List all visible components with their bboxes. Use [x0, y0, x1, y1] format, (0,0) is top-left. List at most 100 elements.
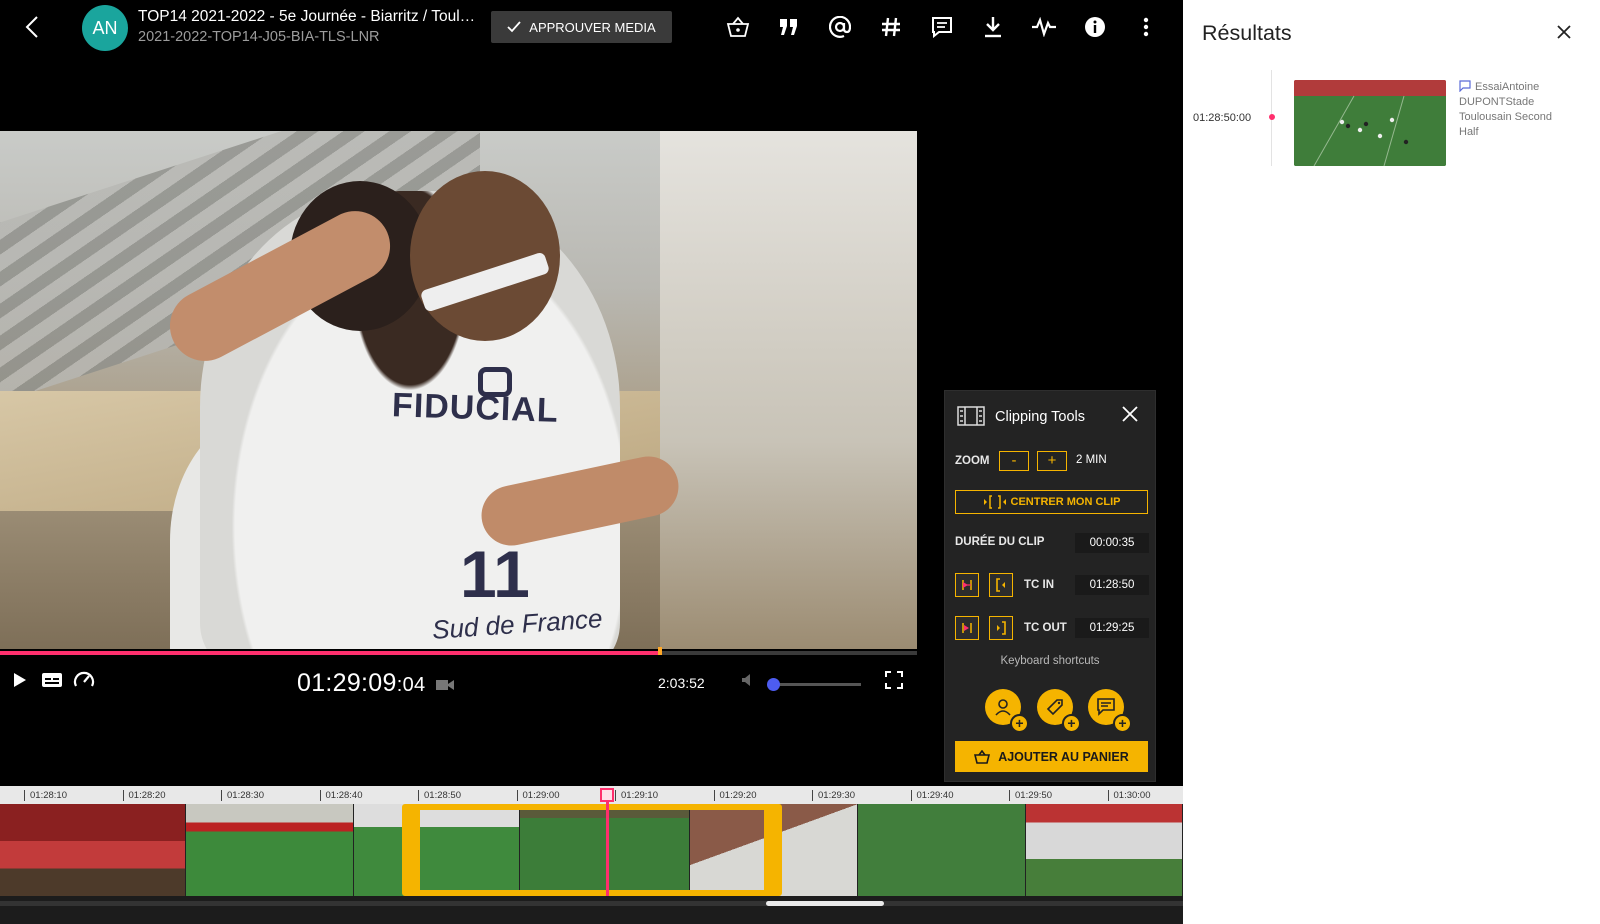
- timeline-tick-label: 01:29:50: [1015, 790, 1052, 801]
- mention-icon: [828, 16, 851, 38]
- media-code: 2021-2022-TOP14-J05-BIA-TLS-LNR: [138, 29, 380, 45]
- result-thumbnail[interactable]: [1294, 80, 1446, 166]
- timeline-tick: [910, 790, 912, 801]
- speedometer-icon: [73, 671, 95, 687]
- clip-duration-label: DURÉE DU CLIP: [955, 536, 1045, 548]
- timeline-tick: [713, 790, 715, 801]
- timecode-main: 01:29:09: [297, 669, 397, 697]
- timeline-thumbnail: [0, 804, 186, 896]
- timeline-tick-label: 01:28:50: [424, 790, 461, 801]
- go-to-tc-out-button[interactable]: [989, 616, 1013, 640]
- jersey-number: 11: [460, 537, 530, 611]
- basket-button[interactable]: [712, 12, 763, 42]
- download-button[interactable]: [967, 12, 1018, 42]
- quote-icon: [779, 19, 797, 35]
- timeline-thumbnail: [186, 804, 354, 896]
- avatar[interactable]: AN: [82, 5, 128, 51]
- timeline-tick-label: 01:28:30: [227, 790, 264, 801]
- keyboard-shortcuts-link[interactable]: Keyboard shortcuts: [945, 655, 1155, 667]
- result-description: EssaiAntoine DUPONTStade Toulousain Seco…: [1459, 80, 1569, 140]
- close-icon: [1557, 25, 1571, 39]
- clip-selection[interactable]: [402, 804, 782, 896]
- set-tc-out-button[interactable]: [955, 616, 979, 640]
- result-time: 01:28:50:00: [1193, 112, 1252, 124]
- download-icon: [984, 17, 1001, 38]
- film-icon: [957, 406, 985, 426]
- comment-icon: [931, 17, 952, 38]
- timeline-tick-label: 01:29:20: [719, 790, 757, 801]
- add-player-button[interactable]: +: [985, 689, 1029, 733]
- go-to-tc-in-button[interactable]: [989, 573, 1013, 597]
- person-icon: [995, 699, 1011, 716]
- add-tag-button[interactable]: +: [1037, 689, 1081, 733]
- total-duration: 2:03:52: [658, 675, 705, 691]
- back-button[interactable]: [20, 12, 44, 42]
- result-marker-dot: [1269, 114, 1275, 120]
- add-to-cart-button[interactable]: AJOUTER AU PANIER: [955, 741, 1148, 772]
- player-controls: 01:29:09:04 2:03:52: [0, 655, 917, 705]
- timeline-tick-label: 01:29:00: [522, 790, 560, 801]
- current-timecode: 01:29:09:04: [297, 669, 454, 698]
- waveform-icon: [1031, 17, 1056, 37]
- comment-button[interactable]: [916, 12, 967, 42]
- play-button[interactable]: [8, 669, 32, 691]
- basket-icon: [974, 749, 991, 764]
- info-button[interactable]: [1069, 12, 1120, 42]
- result-thumbnail-image: [1294, 80, 1446, 166]
- timeline-tick: [418, 790, 419, 801]
- results-close-button[interactable]: [1556, 24, 1576, 44]
- clipping-tools-panel: Clipping Tools ZOOM - + 2 MIN CENTRER MO…: [944, 390, 1156, 782]
- timeline-tick-label: 01:29:10: [621, 790, 658, 801]
- zoom-in-button[interactable]: +: [1037, 451, 1067, 471]
- clipping-tools-close-button[interactable]: [1121, 405, 1141, 425]
- play-icon: [14, 673, 26, 687]
- comment-icon: [1097, 698, 1115, 716]
- jersey-sponsor: FIDUCIAL: [391, 386, 560, 430]
- subtitles-icon: [42, 673, 62, 687]
- timeline-thumbnail: [1026, 804, 1183, 896]
- timeline-tick: [319, 790, 321, 801]
- center-clip-button[interactable]: CENTRER MON CLIP: [955, 490, 1148, 514]
- results-title: Résultats: [1202, 21, 1292, 45]
- add-to-cart-label: AJOUTER AU PANIER: [998, 749, 1129, 764]
- quote-button[interactable]: [763, 12, 814, 42]
- timeline[interactable]: 01:28:10 01:28:20 01:28:30 01:28:40 01:28:50…: [0, 786, 1183, 924]
- subtitles-button[interactable]: [40, 669, 64, 691]
- result-description-text: EssaiAntoine DUPONTStade Toulousain Seco…: [1459, 81, 1552, 138]
- timeline-tick: [122, 790, 124, 801]
- more-vert-icon: [1143, 17, 1148, 37]
- zoom-out-button[interactable]: -: [999, 451, 1029, 471]
- approve-media-button[interactable]: APPROUVER MEDIA: [491, 11, 672, 43]
- info-icon: [1084, 17, 1105, 37]
- video-frame[interactable]: FIDUCIAL 11 Sud de France: [0, 131, 917, 649]
- waveform-button[interactable]: [1018, 12, 1069, 42]
- add-comment-button[interactable]: +: [1088, 689, 1132, 733]
- check-icon: [507, 21, 521, 33]
- timeline-tick: [1009, 790, 1010, 801]
- mute-button[interactable]: [736, 669, 760, 691]
- set-tc-in-button[interactable]: [955, 573, 979, 597]
- fullscreen-button[interactable]: [882, 669, 906, 691]
- timeline-playhead[interactable]: [606, 790, 609, 896]
- timeline-scrollbar[interactable]: [0, 901, 1183, 906]
- timeline-thumbnail: [858, 804, 1026, 896]
- more-button[interactable]: [1120, 12, 1171, 42]
- hashtag-button[interactable]: [865, 12, 916, 42]
- volume-icon: [742, 674, 750, 686]
- volume-slider[interactable]: [767, 678, 861, 691]
- bracket-out-icon: [997, 621, 1006, 635]
- volume-knob[interactable]: [767, 678, 780, 691]
- approve-media-label: APPROUVER MEDIA: [529, 19, 656, 35]
- timeline-ruler[interactable]: 01:28:10 01:28:20 01:28:30 01:28:40 01:28:50…: [0, 786, 1183, 804]
- speed-button[interactable]: [72, 669, 96, 691]
- bracket-in-icon: [996, 578, 1005, 592]
- close-icon: [1122, 406, 1138, 422]
- mention-button[interactable]: [814, 12, 865, 42]
- timeline-tick: [516, 790, 518, 801]
- tag-icon: [1046, 699, 1063, 716]
- center-clip-icon: [983, 495, 1006, 509]
- timeline-playhead-handle[interactable]: [600, 788, 614, 802]
- timeline-scroll-thumb[interactable]: [766, 901, 884, 906]
- basket-icon: [726, 16, 749, 37]
- mark-in-icon: [962, 580, 972, 590]
